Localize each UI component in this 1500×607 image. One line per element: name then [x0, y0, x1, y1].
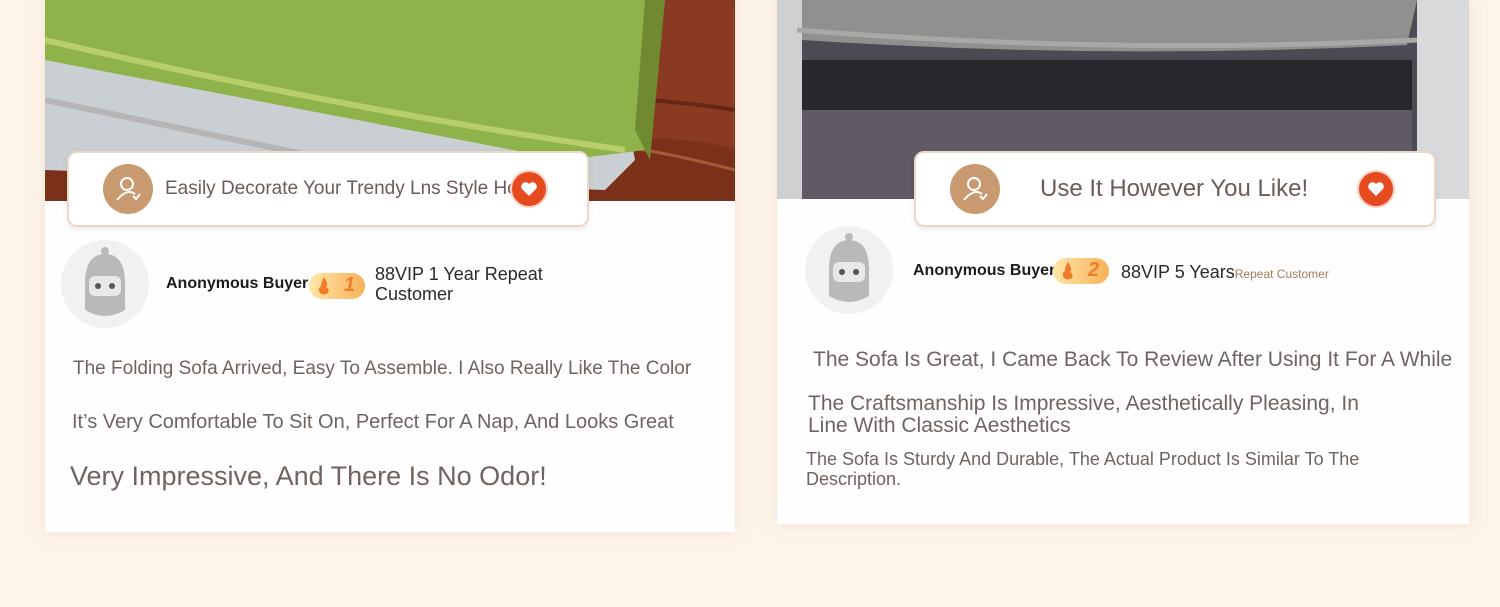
- review-line: The Sofa Is Great, I Came Back To Review…: [813, 348, 1453, 371]
- flame-icon: [1061, 262, 1075, 286]
- review-title-banner: Easily Decorate Your Trendy Lns Style Ho…: [67, 151, 589, 227]
- vip-status-sub: Repeat Customer: [1234, 267, 1329, 281]
- review-title: Easily Decorate Your Trendy Lns Style Ho…: [165, 178, 545, 199]
- review-card-1: Easily Decorate Your Trendy Lns Style Ho…: [45, 0, 735, 532]
- heart-icon[interactable]: [512, 172, 546, 206]
- vip-status-main: 88VIP 5 Years: [1121, 262, 1235, 282]
- review-line: It’s Very Comfortable To Sit On, Perfect…: [72, 411, 674, 433]
- review-line: The Folding Sofa Arrived, Easy To Assemb…: [73, 358, 692, 379]
- heart-icon[interactable]: [1359, 172, 1393, 206]
- avatar: [805, 226, 893, 314]
- flame-icon: [317, 277, 331, 301]
- review-line: Very Impressive, And There Is No Odor!: [70, 461, 547, 491]
- review-card-2: Use It However You Like! Anonymous Buyer…: [777, 0, 1469, 524]
- vip-level: 1: [343, 274, 355, 296]
- user-heart-icon: [103, 164, 153, 214]
- vip-level-badge: 1: [309, 273, 365, 299]
- review-line: The Craftsmanship Is Impressive, Aesthet…: [808, 392, 1359, 437]
- vip-level: 2: [1087, 259, 1099, 281]
- review-line: The Sofa Is Sturdy And Durable, The Actu…: [806, 449, 1360, 489]
- vip-status: 88VIP 5 YearsRepeat Customer: [1121, 262, 1329, 284]
- review-title: Use It However You Like!: [1040, 175, 1309, 202]
- buyer-name: Anonymous Buyer: [166, 275, 309, 292]
- user-heart-icon: [950, 164, 1000, 214]
- vip-level-badge: 2: [1053, 258, 1109, 284]
- avatar: [61, 240, 149, 328]
- review-title-banner: Use It However You Like!: [914, 151, 1436, 227]
- vip-status: 88VIP 1 Year Repeat Customer: [375, 264, 543, 304]
- buyer-name: Anonymous Buyer: [913, 262, 1056, 279]
